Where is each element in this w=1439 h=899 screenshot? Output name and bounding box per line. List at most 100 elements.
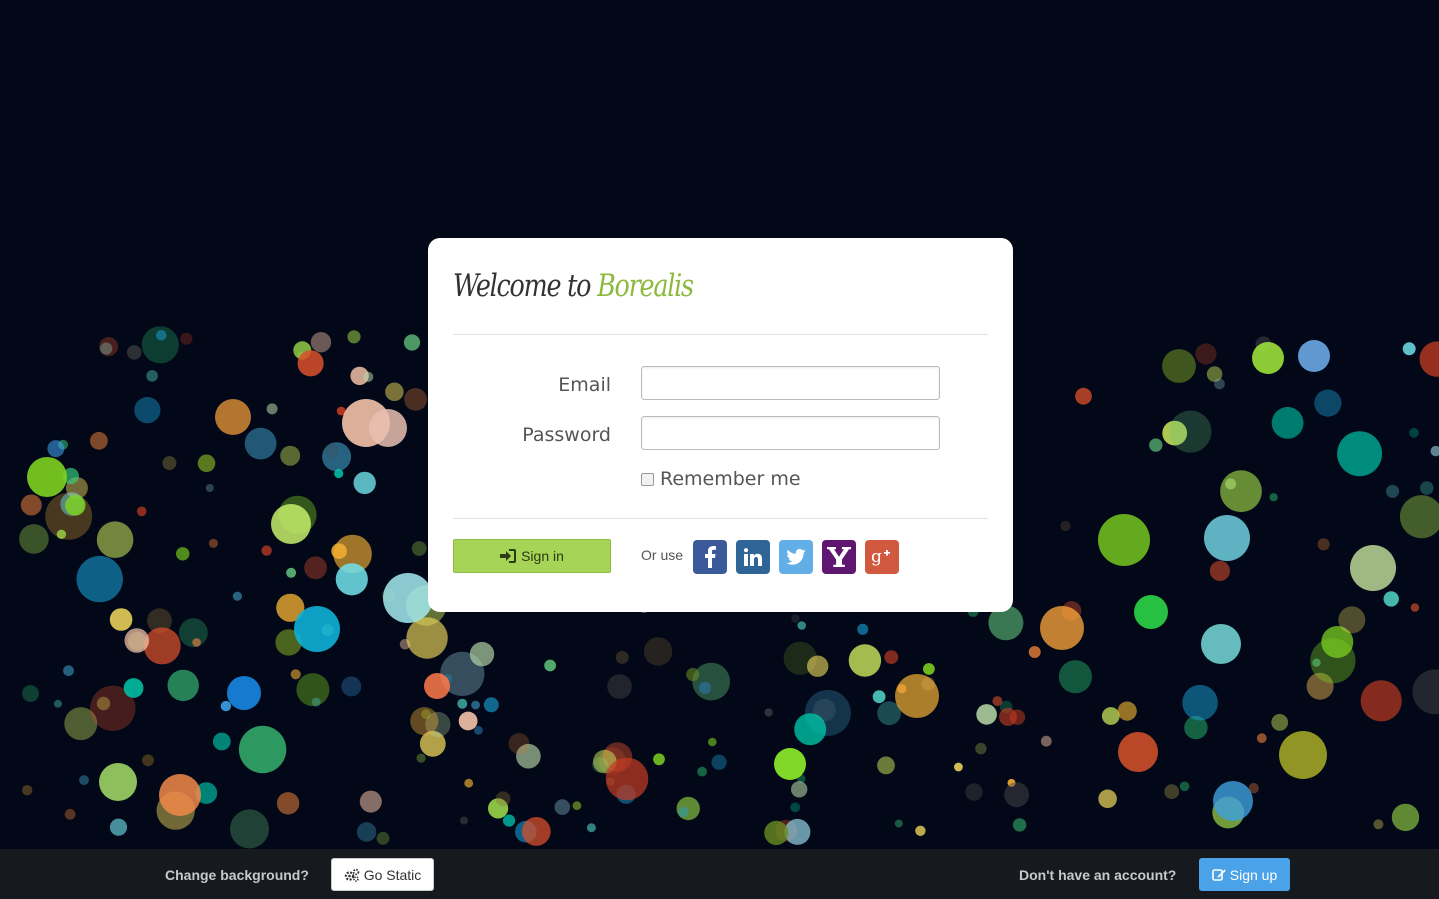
bokeh-circle xyxy=(1269,493,1278,502)
bokeh-circle xyxy=(63,665,74,677)
bokeh-circle xyxy=(495,791,511,807)
password-field[interactable] xyxy=(641,416,940,450)
bokeh-circle xyxy=(459,816,469,825)
bokeh-circle xyxy=(976,704,997,725)
bokeh-circle xyxy=(954,762,963,772)
bokeh-circle xyxy=(1419,341,1439,377)
bokeh-circle xyxy=(404,388,427,411)
bokeh-circle xyxy=(1373,819,1384,830)
svg-text:g: g xyxy=(871,547,882,567)
brand-name: Borealis xyxy=(597,268,694,304)
bokeh-circle xyxy=(76,555,123,603)
bokeh-circle xyxy=(232,591,242,601)
bokeh-circle xyxy=(1164,784,1180,800)
bokeh-circle xyxy=(1101,707,1120,725)
bokeh-circle xyxy=(109,818,128,836)
bokeh-circle xyxy=(297,350,324,377)
bokeh-circle xyxy=(572,801,582,811)
bokeh-circle xyxy=(872,690,886,704)
bokeh-circle xyxy=(1317,538,1330,551)
bokeh-circle xyxy=(347,330,361,344)
bokeh-circle xyxy=(179,618,208,648)
bokeh-circle xyxy=(276,792,300,815)
bokeh-circle xyxy=(99,337,119,357)
bokeh-circle xyxy=(244,427,277,460)
bokeh-circle xyxy=(1117,701,1137,721)
bokeh-circle xyxy=(1412,669,1439,715)
sign-up-button[interactable]: Sign up xyxy=(1199,858,1290,891)
bokeh-circle xyxy=(857,623,869,635)
bokeh-circle xyxy=(457,698,468,709)
bokeh-circle xyxy=(1252,342,1284,374)
bokeh-circle xyxy=(143,627,181,665)
bokeh-circle xyxy=(411,541,427,556)
bokeh-circle xyxy=(227,676,261,710)
bokeh-circle xyxy=(79,775,89,786)
bokeh-circle xyxy=(369,409,407,447)
remember-me[interactable]: Remember me xyxy=(641,468,801,490)
email-field[interactable] xyxy=(641,366,940,400)
bokeh-circle xyxy=(1040,735,1052,747)
bokeh-circle xyxy=(410,707,439,736)
bokeh-circle xyxy=(156,330,167,341)
bokeh-circle xyxy=(294,606,340,652)
bokeh-circle xyxy=(109,608,133,631)
bokeh-circle xyxy=(764,708,773,717)
bokeh-circle xyxy=(385,382,404,402)
bokeh-circle xyxy=(124,628,150,653)
bokeh-circle xyxy=(615,650,629,664)
bokeh-circle xyxy=(586,823,596,833)
bokeh-circle xyxy=(197,454,216,473)
bokeh-circle xyxy=(1337,431,1383,477)
bokeh-circle xyxy=(1220,470,1262,513)
yahoo-button[interactable] xyxy=(822,540,856,574)
bokeh-circle xyxy=(304,556,327,580)
bokeh-circle xyxy=(123,678,144,698)
bokeh-circle xyxy=(335,563,368,596)
google-plus-button[interactable]: g xyxy=(865,540,899,574)
bokeh-circle xyxy=(1060,520,1071,532)
bokeh-circle xyxy=(1182,684,1218,721)
go-static-button[interactable]: Go Static xyxy=(331,858,434,891)
bokeh-circle xyxy=(1314,389,1342,417)
bokeh-circle xyxy=(1386,484,1400,498)
bokeh-circle xyxy=(159,774,201,816)
bokeh-circle xyxy=(1162,349,1196,383)
bokeh-circle xyxy=(1169,410,1212,453)
bokeh-circle xyxy=(1312,658,1321,667)
divider xyxy=(453,518,988,519)
bokeh-circle xyxy=(238,725,287,774)
cogs-icon xyxy=(344,868,360,882)
bokeh-circle xyxy=(212,732,231,751)
bokeh-circle xyxy=(47,440,65,458)
bokeh-circle xyxy=(180,332,193,345)
bokeh-circle xyxy=(1391,803,1420,832)
bokeh-circle xyxy=(280,445,301,466)
bokeh-circle xyxy=(376,831,390,845)
remember-checkbox[interactable] xyxy=(641,473,654,486)
bokeh-circle xyxy=(483,697,499,713)
bokeh-circle xyxy=(877,756,895,775)
bokeh-circle xyxy=(406,617,448,659)
sign-in-button[interactable]: Sign in xyxy=(453,539,611,573)
bokeh-circle xyxy=(1134,595,1168,629)
bokeh-circle xyxy=(544,659,556,672)
linkedin-icon xyxy=(744,548,762,566)
linkedin-button[interactable] xyxy=(736,540,770,574)
bokeh-circle xyxy=(162,456,177,471)
bokeh-circle xyxy=(965,783,983,801)
bokeh-circle xyxy=(359,790,382,813)
bokeh-circle xyxy=(686,667,700,682)
bokeh-circle xyxy=(607,674,632,699)
bokeh-circle xyxy=(1209,560,1230,582)
bokeh-circle xyxy=(22,785,33,796)
facebook-button[interactable] xyxy=(693,540,727,574)
bokeh-circle xyxy=(176,547,190,561)
change-background-text: Change background? xyxy=(165,867,309,883)
twitter-button[interactable] xyxy=(779,540,813,574)
bokeh-circle xyxy=(56,529,67,539)
bokeh-circle xyxy=(403,334,421,351)
bokeh-circle xyxy=(20,494,42,516)
bokeh-circle xyxy=(208,538,218,548)
bokeh-circle xyxy=(22,685,39,702)
